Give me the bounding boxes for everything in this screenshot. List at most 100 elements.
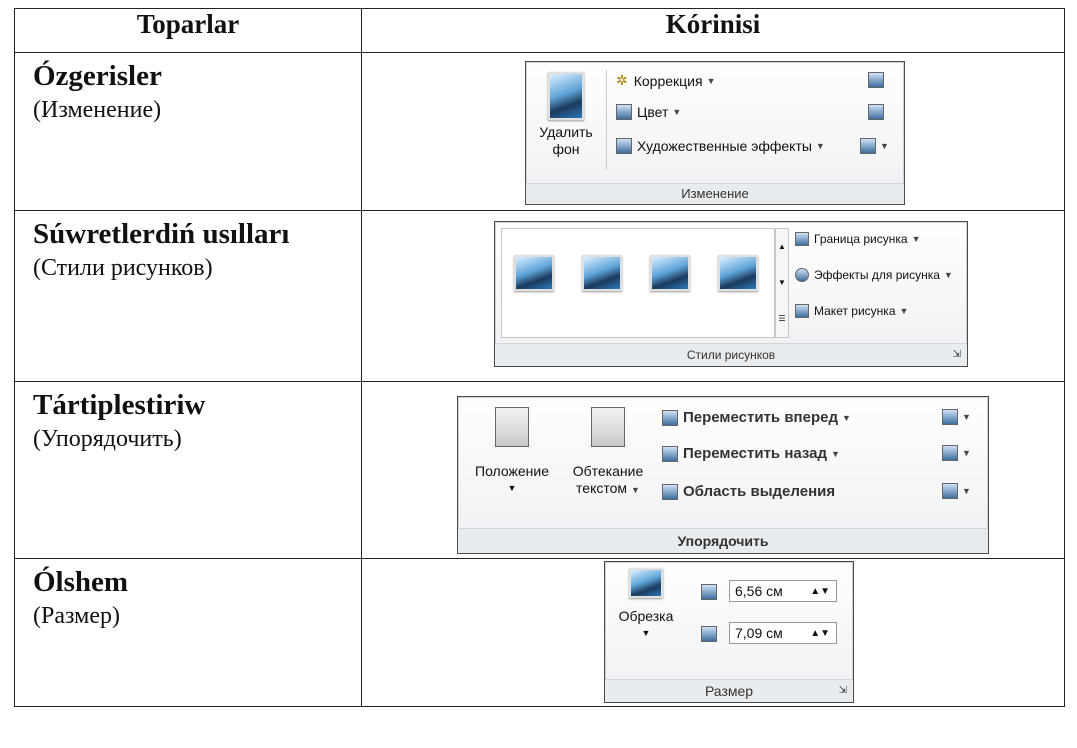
row-label-cell: Ólshem (Размер): [14, 558, 362, 707]
send-backward-label: Переместить назад: [683, 445, 828, 462]
table-row: Súwretlerdiń usılları (Стили рисунков) ▲…: [14, 210, 1065, 382]
dropdown-arrow-icon: ▼: [815, 141, 825, 151]
height-icon: [701, 584, 717, 600]
crop-icon: [629, 568, 663, 598]
row-view-cell: Удалить фон ✲ Коррекция ▼ Цвет ▼ Художес…: [361, 52, 1065, 211]
height-value: 6,56 см: [735, 583, 783, 599]
dropdown-arrow-icon: ▼: [943, 270, 953, 280]
correction-button[interactable]: ✲ Коррекция ▼: [616, 72, 716, 89]
artistic-effects-button[interactable]: Художественные эффекты ▼: [616, 138, 825, 154]
group-label: Упорядочить: [458, 528, 988, 553]
group-objects-button[interactable]: ▼: [942, 445, 971, 461]
group-label: Изменение: [526, 183, 904, 204]
picture-layout-button[interactable]: Макет рисунка ▼: [795, 304, 908, 318]
send-backward-icon: [662, 445, 678, 462]
height-spinner[interactable]: 6,56 см ▲▼: [729, 580, 837, 602]
row-label-cell: Súwretlerdiń usılları (Стили рисунков): [14, 210, 362, 382]
row-subtitle: (Упорядочить): [33, 426, 182, 452]
crop-label: Обрезка: [618, 608, 674, 624]
sun-icon: ✲: [616, 72, 628, 88]
style-thumbnail[interactable]: [582, 255, 622, 291]
position-icon: [495, 407, 529, 447]
row-subtitle: (Стили рисунков): [33, 255, 213, 281]
picture-border-button[interactable]: Граница рисунка ▼: [795, 232, 921, 246]
ribbon-size: Обрезка ▼ 6,56 см ▲▼ 7,09 см ▲▼ Размер ⇲: [604, 561, 854, 703]
correction-label: Коррекция: [633, 72, 703, 89]
compress-icon: [868, 72, 884, 88]
dropdown-arrow-icon: ▼: [911, 234, 921, 244]
shape-width-icon: [701, 626, 717, 642]
color-button[interactable]: Цвет ▼: [616, 104, 681, 120]
remove-background-icon: [548, 72, 584, 120]
bring-forward-button[interactable]: Переместить вперед ▼: [662, 409, 851, 426]
row-title: Súwretlerdiń usılları: [33, 218, 290, 250]
bring-forward-icon: [662, 409, 678, 426]
dropdown-arrow-icon: ▼: [899, 306, 909, 316]
separator: [606, 70, 607, 170]
scroll-up-icon[interactable]: ▲: [776, 229, 788, 265]
wrap-text-button[interactable]: Обтекание текстом ▼: [562, 407, 654, 499]
position-button[interactable]: Положение ▼: [462, 407, 562, 497]
align-button[interactable]: ▼: [942, 409, 971, 425]
align-icon: [942, 409, 958, 425]
send-backward-button[interactable]: Переместить назад ▼: [662, 445, 840, 462]
dropdown-arrow-icon: ▼: [880, 141, 889, 151]
wrap-text-label-1: Обтекание: [572, 463, 644, 479]
width-icon: [701, 626, 717, 642]
wrap-text-label-2: текстом: [576, 480, 628, 496]
scroll-down-icon[interactable]: ▼: [776, 265, 788, 301]
change-picture-button[interactable]: [868, 104, 884, 120]
crop-button[interactable]: Обрезка ▼: [609, 568, 683, 642]
row-title: Ólshem: [33, 566, 129, 598]
reset-picture-button[interactable]: ▼: [860, 138, 889, 154]
artistic-effects-label: Художественные эффекты: [637, 138, 812, 154]
wrap-text-icon: [591, 407, 625, 447]
style-thumbnail[interactable]: [514, 255, 554, 291]
remove-background-button[interactable]: Удалить фон: [534, 72, 598, 158]
dropdown-arrow-icon: ▼: [962, 412, 971, 422]
shape-height-icon: [701, 584, 717, 600]
dropdown-arrow-icon: ▼: [962, 486, 971, 496]
rotate-icon: [942, 483, 958, 499]
rotate-button[interactable]: ▼: [942, 483, 971, 499]
picture-effects-label: Эффекты для рисунка: [814, 268, 940, 282]
groups-table: Toparlar Kórinisi Ózgerisler (Изменение)…: [14, 8, 1065, 707]
table-header-row: Toparlar Kórinisi: [14, 8, 1065, 53]
artistic-effects-icon: [616, 138, 632, 154]
group-objects-icon: [942, 445, 958, 461]
row-view-cell: Положение ▼ Обтекание текстом ▼ Перемести…: [361, 381, 1065, 559]
row-label-cell: Ózgerisler (Изменение): [14, 52, 362, 211]
row-view-cell: Обрезка ▼ 6,56 см ▲▼ 7,09 см ▲▼ Размер ⇲: [361, 558, 1065, 707]
dropdown-arrow-icon: ▼: [706, 75, 716, 86]
group-label: Размер ⇲: [605, 679, 853, 702]
remove-background-label-2: фон: [552, 141, 580, 157]
position-label: Положение: [475, 463, 549, 479]
styles-gallery[interactable]: [501, 228, 775, 338]
picture-border-icon: [795, 232, 809, 246]
dropdown-arrow-icon: ▼: [507, 483, 517, 493]
dialog-launcher-icon[interactable]: ⇲: [839, 680, 847, 702]
row-label-cell: Tártiplestiriw (Упорядочить): [14, 381, 362, 559]
spin-arrows-icon[interactable]: ▲▼: [810, 586, 830, 597]
picture-effects-button[interactable]: Эффекты для рисунка ▼: [795, 268, 953, 282]
style-thumbnail[interactable]: [718, 255, 758, 291]
dialog-launcher-icon[interactable]: ⇲: [953, 344, 961, 366]
row-title: Tártiplestiriw: [33, 389, 206, 421]
header-groups: Toparlar: [14, 8, 362, 53]
compress-pictures-button[interactable]: [868, 72, 884, 88]
selection-pane-icon: [662, 483, 678, 500]
style-thumbnail[interactable]: [650, 255, 690, 291]
dropdown-arrow-icon: ▼: [841, 412, 851, 423]
expand-gallery-icon[interactable]: ☰: [776, 301, 788, 337]
table-row: Tártiplestiriw (Упорядочить) Положение ▼…: [14, 381, 1065, 559]
color-icon: [616, 104, 632, 120]
gallery-scrollbar[interactable]: ▲ ▼ ☰: [775, 228, 789, 338]
selection-pane-button[interactable]: Область выделения: [662, 483, 835, 500]
spin-arrows-icon[interactable]: ▲▼: [810, 628, 830, 639]
width-spinner[interactable]: 7,09 см ▲▼: [729, 622, 837, 644]
dropdown-arrow-icon: ▼: [831, 448, 840, 459]
width-value: 7,09 см: [735, 625, 783, 641]
ribbon-izmenenie: Удалить фон ✲ Коррекция ▼ Цвет ▼ Художес…: [525, 61, 905, 205]
selection-pane-label: Область выделения: [683, 483, 836, 500]
picture-border-label: Граница рисунка: [814, 232, 908, 246]
